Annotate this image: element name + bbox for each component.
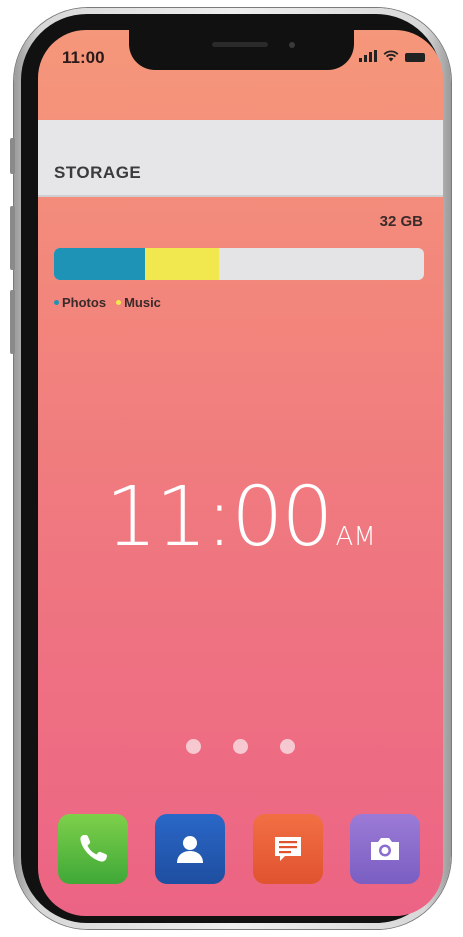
legend-label: Photos <box>62 295 107 310</box>
storage-legend: Photos Music <box>54 295 161 310</box>
storage-header: STORAGE <box>38 120 443 197</box>
front-camera <box>289 42 295 48</box>
lock-clock: 11:00 AM <box>38 470 443 565</box>
storage-title: STORAGE <box>54 163 142 182</box>
phone-icon <box>80 835 107 862</box>
app-dock <box>58 814 420 884</box>
wifi-icon <box>383 50 399 62</box>
page-indicator[interactable] <box>186 739 295 754</box>
volume-down-button <box>10 290 15 354</box>
speaker-grille <box>212 42 268 47</box>
messages-icon <box>274 837 301 861</box>
page-dot[interactable] <box>233 739 248 754</box>
phone-app-button[interactable] <box>58 814 128 884</box>
clock-time: 11:00 <box>105 470 333 565</box>
phone-screen: 11:00 STORAGE 32 GB Photos Music 11:00 AM <box>38 30 443 916</box>
storage-segment-music <box>144 248 219 280</box>
legend-label: Music <box>124 295 161 310</box>
contacts-app-button[interactable] <box>155 814 226 884</box>
storage-capacity: 32 GB <box>379 213 423 230</box>
camera-icon <box>370 838 399 860</box>
notch <box>129 30 354 70</box>
storage-segment-photos <box>54 248 145 280</box>
status-icons <box>359 50 425 62</box>
page-dot[interactable] <box>186 739 201 754</box>
signal-icon <box>359 50 377 62</box>
legend-item-photos: Photos <box>54 295 106 310</box>
camera-app-button[interactable] <box>349 814 420 884</box>
messages-app-button[interactable] <box>252 814 323 884</box>
contacts-icon <box>177 836 204 863</box>
legend-dot <box>54 300 59 305</box>
mute-switch <box>10 138 15 174</box>
volume-up-button <box>10 206 15 270</box>
legend-dot <box>116 300 122 305</box>
battery-icon <box>405 53 425 62</box>
status-time: 11:00 <box>62 48 105 67</box>
storage-usage-bar <box>54 248 424 280</box>
legend-item-music: Music <box>116 295 161 310</box>
page-dot[interactable] <box>280 739 295 754</box>
clock-ampm: AM <box>335 522 376 552</box>
